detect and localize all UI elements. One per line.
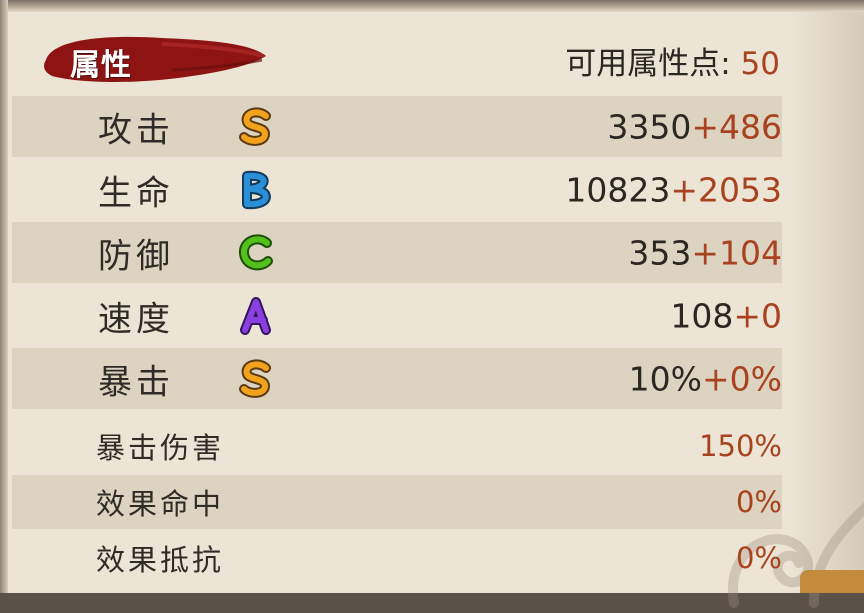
stat-row-crit[interactable]: 暴击 S 10%+0% (12, 348, 782, 409)
stat-base: 108 (670, 296, 734, 335)
stat-label: 防御 (98, 236, 174, 276)
substat-label: 效果抵抗 (96, 543, 225, 577)
stat-value: 108+0 (670, 296, 782, 335)
stat-label: 速度 (98, 299, 174, 339)
stat-value: 353+104 (628, 233, 782, 272)
stat-base: 353 (628, 233, 692, 272)
stat-bonus: +486 (691, 107, 782, 146)
stat-row-hp[interactable]: 生命 B 10823+2053 (12, 159, 782, 220)
stat-row-speed[interactable]: 速度 A 108+0 (12, 285, 782, 346)
stat-base: 10% (628, 359, 702, 398)
stat-row-attack[interactable]: 攻击 S 3350+486 (12, 96, 782, 157)
grade-a-icon: A (240, 296, 271, 335)
stat-value: 10823+2053 (565, 170, 782, 209)
grade-b-icon: B (242, 170, 271, 209)
stat-row-defense[interactable]: 防御 C 353+104 (12, 222, 782, 283)
stat-bonus: +0 (733, 296, 782, 335)
stat-bonus: +104 (691, 233, 782, 272)
substat-row-effect-resist[interactable]: 效果抵抗 0% (12, 531, 782, 585)
stat-label: 攻击 (98, 110, 174, 150)
stat-value: 3350+486 (607, 107, 782, 146)
grade-s-icon: S (239, 358, 271, 398)
substat-value: 150% (699, 429, 782, 463)
available-points: 可用属性点: 50 (565, 38, 780, 83)
corner-ornament (800, 570, 864, 593)
substat-label: 效果命中 (96, 487, 225, 521)
panel-left-border (0, 0, 8, 593)
stat-value: 10%+0% (629, 359, 782, 398)
attribute-panel: 属性 可用属性点: 50 攻击 S 3350+486 生命 B 10823+20… (0, 0, 864, 608)
stat-bonus: +2053 (670, 170, 782, 209)
substat-row-effect-hit[interactable]: 效果命中 0% (12, 475, 782, 529)
substat-value: 0% (735, 485, 782, 519)
substat-row-crit-damage[interactable]: 暴击伤害 150% (12, 419, 782, 473)
stat-base: 10823 (565, 170, 671, 209)
stat-base: 3350 (607, 107, 692, 146)
stat-label: 生命 (98, 173, 174, 213)
available-points-label: 可用属性点: (565, 46, 731, 82)
panel-title: 属性 (70, 48, 132, 83)
stat-label: 暴击 (98, 362, 174, 402)
panel-top-border (0, 0, 864, 12)
stat-bonus: +0% (701, 359, 782, 398)
substat-value: 0% (735, 541, 782, 575)
substat-label: 暴击伤害 (96, 431, 225, 465)
available-points-value: 50 (740, 46, 780, 82)
grade-s-icon: S (239, 106, 271, 146)
grade-c-icon: C (239, 233, 273, 270)
